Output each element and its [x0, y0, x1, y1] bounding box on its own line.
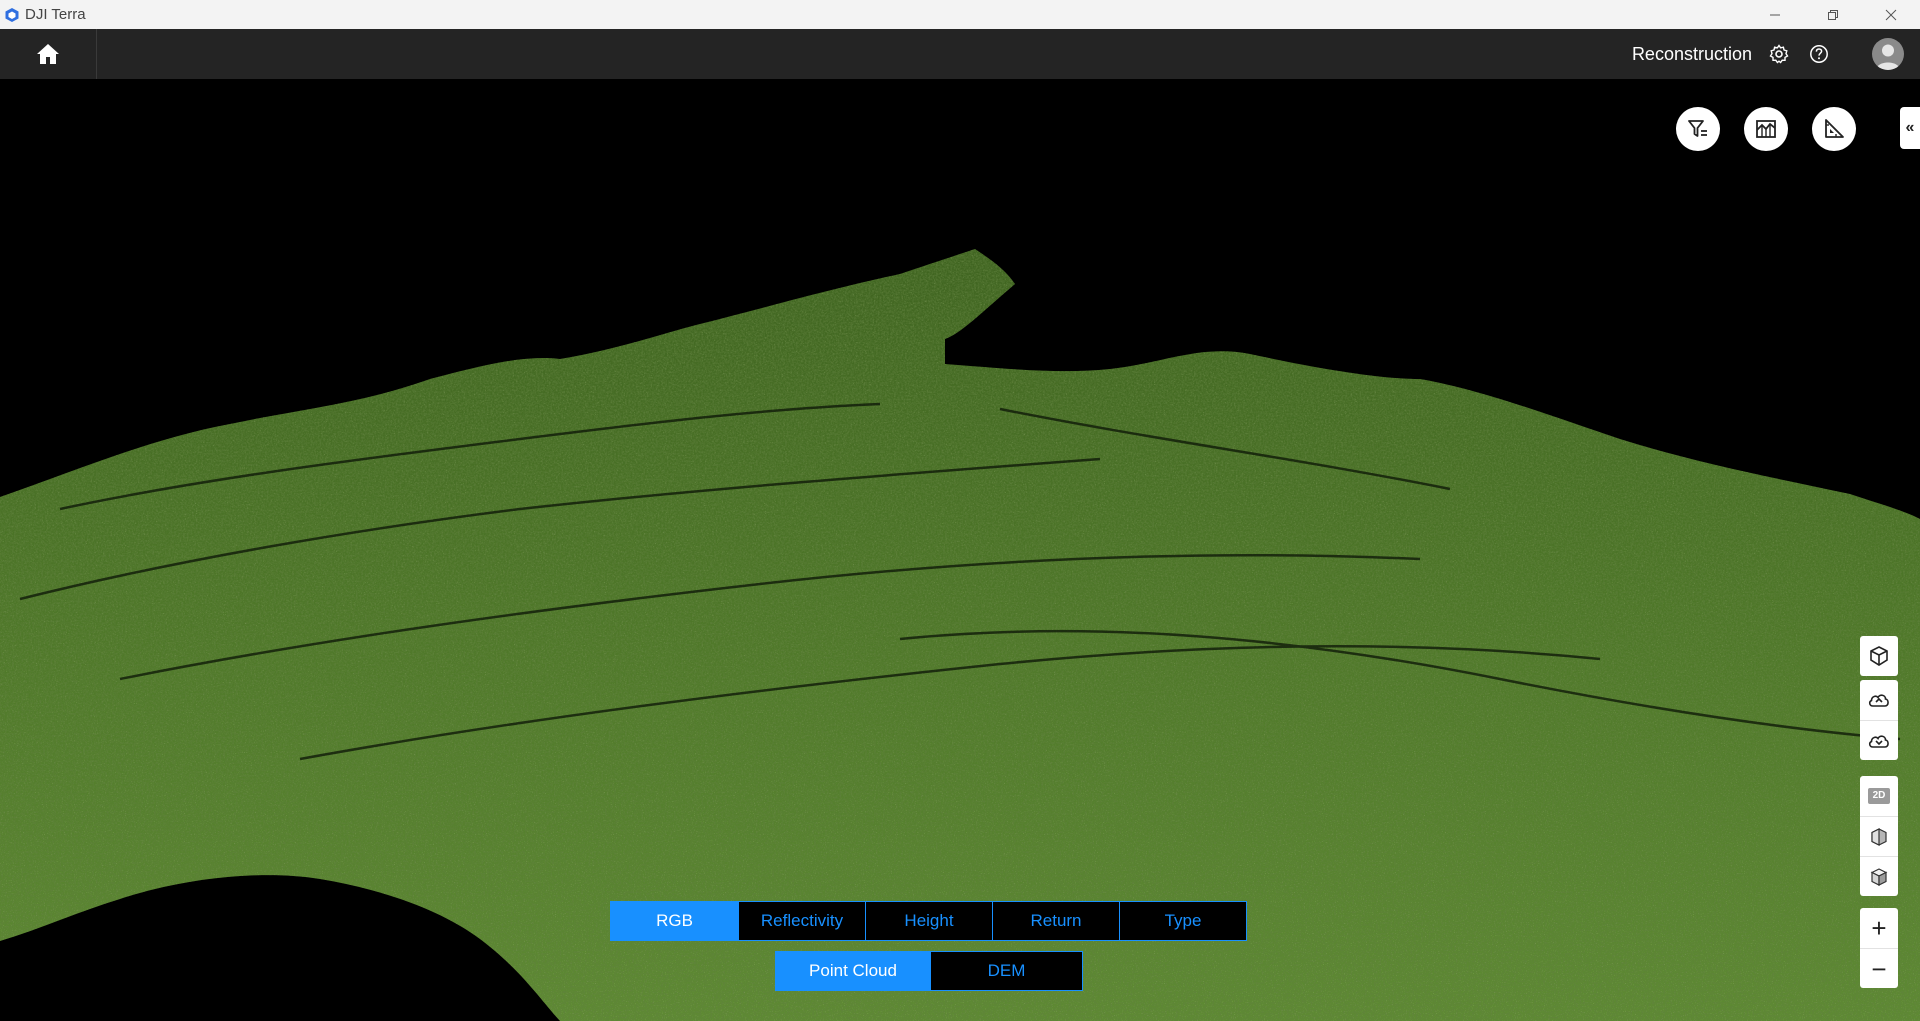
- minimize-button[interactable]: [1746, 0, 1804, 29]
- zoom-in-icon: +: [1871, 913, 1887, 943]
- app-title: DJI Terra: [25, 6, 86, 23]
- zoom-in-button[interactable]: +: [1860, 908, 1898, 948]
- chart-button[interactable]: [1744, 107, 1788, 151]
- measure-icon: [1825, 119, 1844, 138]
- cloud-upload-icon: [1868, 694, 1889, 707]
- settings-icon: [1769, 44, 1789, 64]
- user-avatar-icon: [1876, 44, 1900, 70]
- user-avatar[interactable]: [1872, 38, 1904, 70]
- tab-type[interactable]: Type: [1119, 902, 1246, 940]
- view-3d-front-button[interactable]: [1860, 816, 1898, 856]
- filter-icon: [1688, 120, 1707, 137]
- side-toolbar-zoom: + −: [1860, 908, 1898, 988]
- view-2d-label: 2D: [1868, 788, 1890, 804]
- home-button[interactable]: [0, 29, 97, 79]
- tab-return[interactable]: Return: [992, 902, 1119, 940]
- help-icon: [1810, 45, 1828, 63]
- tab-dem[interactable]: DEM: [930, 952, 1082, 990]
- point-cloud-viewport[interactable]: « 2D + − RGB Reflectivity Height Return …: [0, 79, 1920, 1021]
- filter-button[interactable]: [1676, 107, 1720, 151]
- chart-icon: [1756, 120, 1776, 138]
- view-2d-button[interactable]: 2D: [1860, 776, 1898, 816]
- 3d-model-button[interactable]: [1860, 636, 1898, 676]
- help-button[interactable]: [1806, 41, 1832, 67]
- restore-button[interactable]: [1804, 0, 1862, 29]
- color-mode-tabs: RGB Reflectivity Height Return Type: [610, 901, 1247, 941]
- window-titlebar: DJI Terra: [0, 0, 1920, 29]
- app-logo-icon: [5, 7, 19, 22]
- cloud-download-button[interactable]: [1860, 720, 1898, 760]
- restore-icon: [1828, 9, 1838, 20]
- view-3d-iso-button[interactable]: [1860, 856, 1898, 896]
- app-header: Reconstruction: [0, 29, 1920, 79]
- data-mode-tabs: Point Cloud DEM: [775, 951, 1083, 991]
- cloud-download-icon: [1868, 734, 1889, 748]
- point-cloud-terrain: [0, 249, 1920, 1021]
- tab-height[interactable]: Height: [865, 902, 992, 940]
- tab-rgb[interactable]: RGB: [611, 902, 738, 940]
- close-button[interactable]: [1862, 0, 1920, 29]
- tab-point-cloud[interactable]: Point Cloud: [776, 952, 930, 990]
- tab-reflectivity[interactable]: Reflectivity: [738, 902, 865, 940]
- zoom-out-button[interactable]: −: [1860, 948, 1898, 988]
- zoom-out-icon: −: [1871, 953, 1887, 984]
- side-toolbar-model: [1860, 636, 1898, 676]
- minimize-icon: [1770, 14, 1780, 15]
- settings-button[interactable]: [1766, 41, 1792, 67]
- close-icon: [1885, 9, 1897, 20]
- module-title: Reconstruction: [1631, 44, 1752, 64]
- home-icon: [37, 44, 59, 64]
- cloud-upload-button[interactable]: [1860, 680, 1898, 720]
- measure-button[interactable]: [1812, 107, 1856, 151]
- cube-iso-icon: [1870, 867, 1888, 886]
- collapse-panel-button[interactable]: «: [1900, 107, 1920, 149]
- cube-front-icon: [1871, 827, 1887, 846]
- side-toolbar-view: 2D: [1860, 776, 1898, 896]
- 3d-model-icon: [1870, 646, 1888, 666]
- side-toolbar-cloud: [1860, 680, 1898, 760]
